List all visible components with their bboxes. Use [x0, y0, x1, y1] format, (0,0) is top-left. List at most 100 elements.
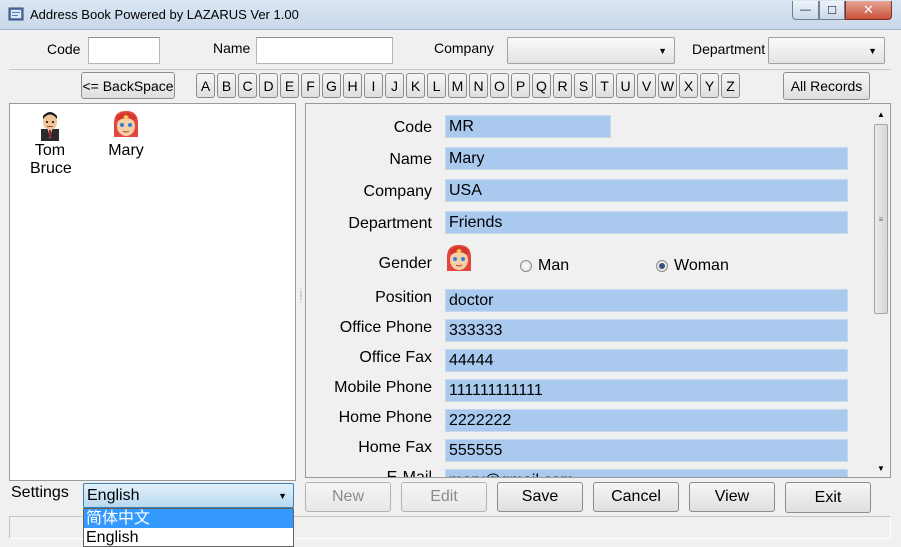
department-search-label: Department — [692, 41, 766, 57]
letter-button-d[interactable]: D — [259, 73, 278, 98]
contact-name: Mary — [108, 142, 144, 159]
backspace-button[interactable]: <= BackSpace — [81, 72, 175, 99]
letter-button-w[interactable]: W — [658, 73, 677, 98]
contact-list[interactable]: Tom Bruce Mary — [9, 103, 296, 481]
department-field[interactable]: Friends — [445, 211, 848, 234]
chevron-down-icon: ▼ — [658, 46, 667, 56]
code-search-input[interactable] — [88, 37, 160, 64]
new-button[interactable]: New — [305, 482, 391, 512]
position-label: Position — [375, 289, 432, 306]
title-bar: Address Book Powered by LAZARUS Ver 1.00… — [0, 0, 901, 30]
letter-button-g[interactable]: G — [322, 73, 341, 98]
app-icon — [8, 7, 24, 21]
language-option-chinese[interactable]: 简体中文 — [84, 509, 293, 528]
contact-detail-panel: Code MR Name Mary Company USA Department… — [305, 103, 891, 478]
minimize-icon: — — [800, 4, 811, 16]
letter-button-s[interactable]: S — [574, 73, 593, 98]
letter-button-x[interactable]: X — [679, 73, 698, 98]
cancel-button[interactable]: Cancel — [593, 482, 679, 512]
mobile-phone-label: Mobile Phone — [334, 379, 432, 396]
home-fax-field[interactable]: 555555 — [445, 439, 848, 462]
name-label: Name — [389, 151, 432, 168]
language-select-value: English — [87, 487, 140, 504]
contact-name: Tom Bruce — [30, 142, 72, 177]
maximize-icon: ☐ — [827, 4, 837, 17]
gender-woman-label: Woman — [674, 257, 729, 274]
letter-button-q[interactable]: Q — [532, 73, 551, 98]
letter-button-n[interactable]: N — [469, 73, 488, 98]
edit-button[interactable]: Edit — [401, 482, 487, 512]
scrollbar-thumb[interactable]: ≡ — [874, 124, 888, 314]
letter-button-l[interactable]: L — [427, 73, 446, 98]
name-field[interactable]: Mary — [445, 147, 848, 170]
gender-man-label: Man — [538, 257, 570, 274]
contact-item-mary[interactable]: Mary — [104, 109, 148, 160]
name-search-input[interactable] — [256, 37, 393, 64]
code-label: Code — [393, 119, 432, 136]
exit-button[interactable]: Exit — [785, 482, 871, 513]
company-search-label: Company — [434, 40, 494, 56]
letter-button-j[interactable]: J — [385, 73, 404, 98]
position-field[interactable]: doctor — [445, 289, 848, 312]
code-search-label: Code — [47, 41, 81, 57]
letter-button-v[interactable]: V — [637, 73, 656, 98]
code-field[interactable]: MR — [445, 115, 611, 138]
office-fax-field[interactable]: 44444 — [445, 349, 848, 372]
home-phone-field[interactable]: 2222222 — [445, 409, 848, 432]
mobile-phone-field[interactable]: 111111111111 — [445, 379, 848, 402]
close-icon: ✕ — [863, 2, 874, 17]
email-label: E-Mail — [386, 469, 432, 478]
office-phone-field[interactable]: 333333 — [445, 319, 848, 342]
splitter-handle[interactable]: ⋮ ⋮ ⋮ — [297, 288, 305, 330]
gender-woman-radio[interactable]: Woman — [656, 257, 729, 275]
letter-button-u[interactable]: U — [616, 73, 635, 98]
letter-button-e[interactable]: E — [280, 73, 299, 98]
minimize-button[interactable]: — — [792, 1, 819, 20]
letter-button-y[interactable]: Y — [700, 73, 719, 98]
gender-man-radio[interactable]: Man — [520, 257, 569, 275]
name-search-label: Name — [213, 40, 251, 56]
scroll-down-icon[interactable]: ▼ — [877, 464, 885, 473]
radio-button-icon — [520, 260, 532, 272]
letter-button-r[interactable]: R — [553, 73, 572, 98]
letter-button-k[interactable]: K — [406, 73, 425, 98]
language-dropdown-list[interactable]: 简体中文 English — [83, 508, 294, 547]
letter-button-i[interactable]: I — [364, 73, 383, 98]
maximize-button[interactable]: ☐ — [819, 1, 845, 20]
letter-button-f[interactable]: F — [301, 73, 320, 98]
contact-item-tom-bruce[interactable]: Tom Bruce — [30, 109, 72, 178]
home-phone-label: Home Phone — [338, 409, 432, 426]
letter-button-c[interactable]: C — [238, 73, 257, 98]
close-button[interactable]: ✕ — [845, 1, 892, 20]
divider — [9, 69, 891, 70]
letter-button-h[interactable]: H — [343, 73, 362, 98]
letter-button-t[interactable]: T — [595, 73, 614, 98]
woman-avatar-icon — [443, 243, 475, 275]
department-label: Department — [348, 215, 432, 232]
letter-button-b[interactable]: B — [217, 73, 236, 98]
department-search-select[interactable]: ▼ — [768, 37, 885, 64]
woman-avatar-icon — [110, 109, 142, 141]
office-fax-label: Office Fax — [359, 349, 432, 366]
letter-button-a[interactable]: A — [196, 73, 215, 98]
email-field[interactable]: mary@gmail.com — [445, 469, 848, 477]
radio-button-selected-icon — [656, 260, 668, 272]
company-search-select[interactable]: ▼ — [507, 37, 675, 64]
letter-button-m[interactable]: M — [448, 73, 467, 98]
letter-button-p[interactable]: P — [511, 73, 530, 98]
company-label: Company — [363, 183, 432, 200]
all-records-button[interactable]: All Records — [783, 72, 870, 100]
language-select[interactable]: English ▼ — [83, 483, 294, 508]
chevron-down-icon: ▼ — [868, 46, 877, 56]
scroll-up-icon[interactable]: ▲ — [877, 110, 885, 119]
language-option-english[interactable]: English — [84, 528, 293, 546]
view-button[interactable]: View — [689, 482, 775, 512]
home-fax-label: Home Fax — [358, 439, 432, 456]
letter-button-z[interactable]: Z — [721, 73, 740, 98]
gender-label: Gender — [378, 255, 432, 272]
company-field[interactable]: USA — [445, 179, 848, 202]
man-avatar-icon — [34, 109, 66, 141]
letter-button-o[interactable]: O — [490, 73, 509, 98]
settings-label: Settings — [11, 484, 69, 501]
save-button[interactable]: Save — [497, 482, 583, 512]
